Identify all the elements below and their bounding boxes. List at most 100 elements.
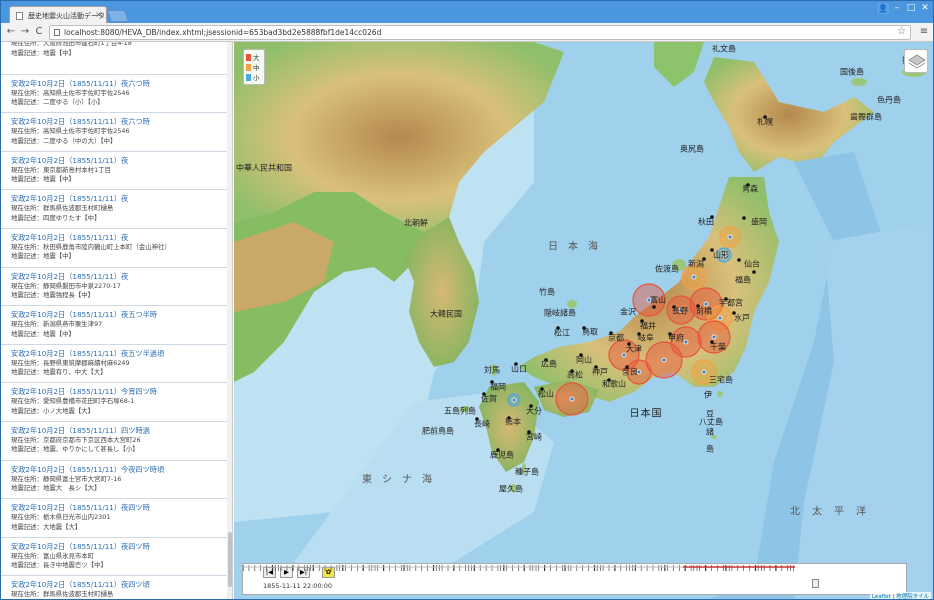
- map-place-label: 大韓民国: [430, 309, 462, 319]
- map-place-label: 松山: [538, 389, 554, 399]
- entry-description: 地震記述：二度ゆる（中の大）【中】: [11, 136, 117, 145]
- user-profile-icon[interactable]: 👤: [877, 3, 889, 14]
- map-place-label: 新潟: [688, 259, 704, 269]
- forward-button[interactable]: →: [19, 26, 31, 38]
- entry-description: 地震記述：地震【中】: [11, 252, 75, 261]
- list-item[interactable]: 安政2年10月2日（1855/11/11）夜六つ時 現在住所：高知県土佐市宇佐町宇…: [1, 75, 227, 114]
- list-item[interactable]: 安政2年10月2日（1855/11/11）夜四ツ頃 現在住所：群馬県佐波郡玉村町樋…: [1, 576, 227, 599]
- legend-swatch-medium: [246, 63, 251, 71]
- bookmark-star-icon[interactable]: ☆: [897, 26, 906, 37]
- entry-description: 地震記述：四度ゆりたす【中】: [11, 213, 101, 222]
- map-place-label: 佐渡島: [655, 264, 679, 274]
- reload-button[interactable]: C: [33, 26, 45, 38]
- entry-description: 地震記述：地震大 長シ【大】: [11, 484, 101, 493]
- entry-address: 現在住所：群馬県佐波郡玉村町樋島: [11, 204, 114, 213]
- list-item[interactable]: 安政2年10月2日（1855/11/11）夜六つ時 現在住所：高知県土佐市宇佐町宇…: [1, 113, 227, 152]
- minimize-icon[interactable]: –: [891, 3, 903, 13]
- entry-address: 現在住所：静岡県磐田市中泉2270-17: [11, 281, 121, 290]
- map-place-label: 福岡: [490, 382, 506, 392]
- list-item[interactable]: 安政2年10月2日（1855/11/11）夜五ツ半過頃 現在住所：長野県東筑摩郡麻…: [1, 345, 227, 384]
- map-place-label: 京都: [608, 333, 624, 343]
- entry-address: 現在住所：群馬県佐波郡玉村町樋島: [11, 590, 114, 599]
- legend-label-medium: 中: [253, 64, 260, 72]
- list-item[interactable]: 安政2年10月2日（1855/11/11）夜 現在住所：秋田県鹿角市陸内鶴山町上本…: [1, 229, 227, 268]
- city-dot: [742, 216, 746, 220]
- city-dot: [737, 258, 741, 262]
- map-place-label: 水戸: [734, 313, 750, 323]
- list-item[interactable]: 安政2年10月2日（1855/11/11）夜四ツ時 現在住所：栃木県日光市山内23…: [1, 499, 227, 538]
- map-place-label: 日本国: [629, 408, 663, 420]
- address-bar[interactable]: localhost:8080/HEVA_DB/index.xhtml;jsess…: [49, 25, 911, 40]
- new-tab-button[interactable]: [106, 10, 130, 22]
- map-place-label: 長崎: [474, 419, 490, 429]
- map-place-label: 日本海: [548, 241, 608, 253]
- earthquake-marker-center: [701, 369, 707, 375]
- browser-menu-icon[interactable]: ≡: [919, 26, 929, 38]
- list-item[interactable]: 安政2年10月2日（1855/11/11）夜 現在住所：東京都新島村本村1丁目 地震…: [1, 152, 227, 191]
- map-place-label: 色丹島: [877, 95, 901, 105]
- list-item[interactable]: 安政2年10月2日（1855/11/11）今宵四ツ時 現在住所：愛知県豊橋市花田町…: [1, 383, 227, 422]
- map-place-label: 神戸: [592, 367, 608, 377]
- map-place-label: 中華人民共和国: [236, 163, 292, 173]
- map-place-label: 福島: [735, 275, 751, 285]
- legend-row-small: 小: [246, 72, 262, 82]
- entry-head: 安政2年10月2日（1855/11/11）夜: [11, 232, 129, 242]
- timeline-current-date: 1855-11-11 22:00:00: [263, 582, 333, 590]
- close-window-icon[interactable]: ✕: [919, 3, 931, 13]
- list-item[interactable]: 現在住所：大阪府池田市建石町1丁目4-18 地震記述：地震【中】: [1, 42, 227, 75]
- map-place-label: 岡山: [576, 355, 592, 365]
- map-view[interactable]: 礼文島国後島択捉島色丹島歯舞群島札幌奥尻島中華人民共和国青森秋田盛岡北朝鮮佐渡島…: [234, 42, 933, 599]
- sidebar-scrollbar[interactable]: [227, 42, 232, 599]
- map-place-label: 諸: [706, 427, 714, 437]
- list-item[interactable]: 安政2年10月2日（1855/11/11）今夜四ツ時頃 現在住所：静岡県富士宮市大…: [1, 461, 227, 500]
- map-place-label: 五島列島: [444, 406, 476, 416]
- entry-head: 安政2年10月2日（1855/11/11）夜五ツ半過頃: [11, 348, 165, 358]
- entry-description: 地震記述：小ノ大地震【大】: [11, 406, 95, 415]
- earthquake-marker-center: [569, 396, 575, 402]
- entry-description: 地震記述：二度ゆる（小）【小】: [11, 98, 104, 107]
- map-place-label: 青森: [742, 184, 758, 194]
- tab-close-icon[interactable]: ×: [95, 10, 102, 19]
- map-place-label: 松江: [554, 328, 570, 338]
- entry-address: 現在住所：富山県氷見市本町: [11, 551, 95, 560]
- map-place-label: 東シナ海: [362, 474, 442, 486]
- entry-address: 現在住所：京都府京都市下京区西本大宮町26: [11, 435, 141, 444]
- browser-window: 歴史地震火山活動データ... × 👤 – □ ✕ ← → C localhost…: [0, 0, 934, 600]
- maximize-icon[interactable]: □: [905, 3, 917, 13]
- legend-label-large: 大: [253, 54, 260, 62]
- list-item[interactable]: 安政2年10月2日（1855/11/11）夜 現在住所：静岡県磐田市中泉2270-…: [1, 268, 227, 307]
- entry-description: 地震記述：大地震【大】: [11, 522, 82, 531]
- entry-list: 現在住所：大阪府池田市建石町1丁目4-18 地震記述：地震【中】 安政2年10月2日…: [1, 42, 227, 599]
- leaflet-link[interactable]: Leaflet: [872, 594, 891, 599]
- map-place-label: 鳥取: [582, 327, 598, 337]
- legend-swatch-large: [246, 53, 251, 61]
- legend-row-medium: 中: [246, 62, 262, 72]
- legend-row-large: 大: [246, 52, 262, 62]
- city-dot: [652, 305, 656, 309]
- entry-head: 安政2年10月2日（1855/11/11）夜四ツ時: [11, 541, 150, 551]
- entry-head: 安政2年10月2日（1855/11/11）夜: [11, 194, 129, 204]
- entry-address: 現在住所：高知県土佐市宇佐町宇佐2546: [11, 127, 130, 136]
- browser-toolbar: ← → C localhost:8080/HEVA_DB/index.xhtml…: [1, 23, 933, 42]
- map-place-label: 宮崎: [526, 432, 542, 442]
- map-attribution: Leaflet | 地理院タイル: [869, 592, 931, 599]
- back-button[interactable]: ←: [5, 26, 17, 38]
- earthquake-marker-center: [717, 315, 723, 321]
- list-item[interactable]: 安政2年10月2日（1855/11/11）夜五つ半時 現在住所：新潟県燕市粟生津9…: [1, 306, 227, 345]
- map-place-label: 甲府: [668, 333, 684, 343]
- timeline-slider-handle[interactable]: [812, 579, 820, 588]
- list-item[interactable]: 安政2年10月2日（1855/11/11）四ツ時過 現在住所：京都府京都市下京区西…: [1, 422, 227, 461]
- map-place-label: 北朝鮮: [404, 218, 428, 228]
- browser-tab[interactable]: 歴史地震火山活動データ... ×: [9, 6, 107, 24]
- map-place-label: 富山: [650, 295, 666, 305]
- earthquake-record-list: 現在住所：大阪府池田市建石町1丁目4-18 地震記述：地震【中】 安政2年10月2日…: [1, 42, 233, 599]
- layers-control-button[interactable]: [904, 49, 928, 73]
- map-place-label: 宇都宮: [719, 298, 743, 308]
- list-item[interactable]: 安政2年10月2日（1855/11/11）夜四ツ時 現在住所：富山県氷見市本町 地震…: [1, 538, 227, 577]
- scrollbar-thumb[interactable]: [228, 532, 232, 587]
- entry-head: 安政2年10月2日（1855/11/11）夜: [11, 271, 129, 281]
- map-place-label: 国後島: [840, 67, 864, 77]
- entry-address: 現在住所：長野県東筑摩郡麻績村麻6249: [11, 358, 130, 367]
- gsi-tiles-link[interactable]: 地理院タイル: [896, 594, 929, 599]
- list-item[interactable]: 安政2年10月2日（1855/11/11）夜 現在住所：群馬県佐波郡玉村町樋島 地震…: [1, 190, 227, 229]
